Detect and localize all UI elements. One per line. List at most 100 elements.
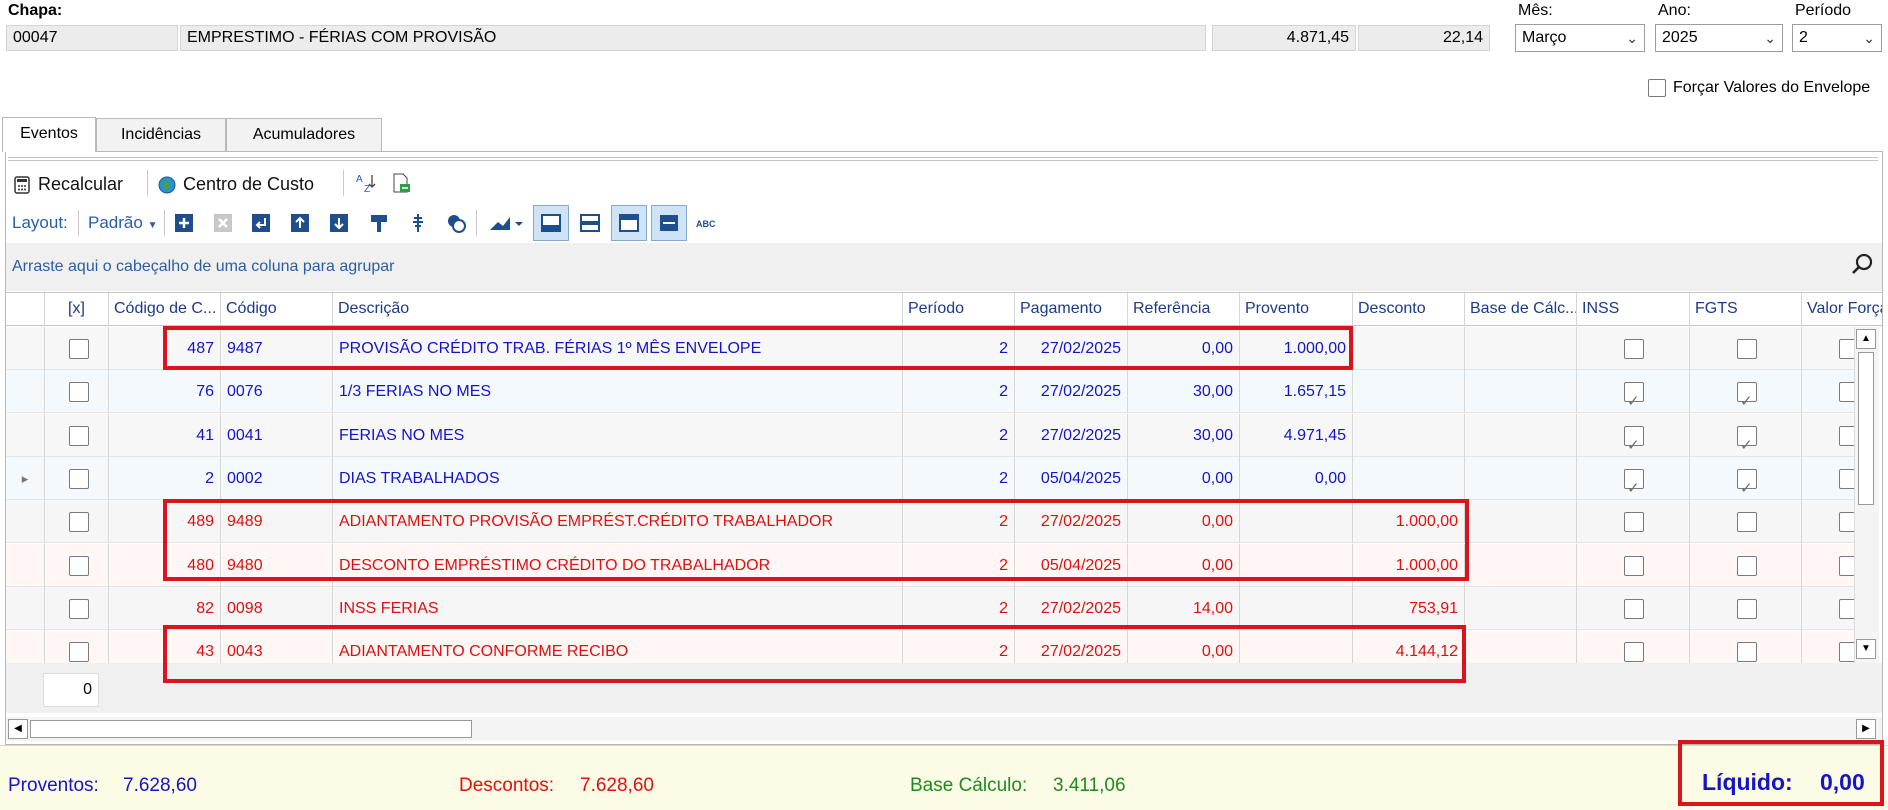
ano-select-value: 2025 [1662, 29, 1698, 46]
header-referencia[interactable]: Referência [1127, 293, 1239, 325]
header-codigo-cc[interactable]: Código de C... [108, 293, 220, 325]
cell-periodo: 2 [902, 327, 1014, 370]
cell-inss-checkbox[interactable] [1624, 424, 1644, 457]
cell-codigo-cc: 480 [108, 543, 220, 587]
periodo-select[interactable]: 2 ⌄ [1792, 24, 1882, 52]
cell-fgts-checkbox[interactable] [1737, 380, 1757, 413]
layout-label: Layout: [12, 213, 68, 232]
tab-acumuladores[interactable]: Acumuladores [226, 118, 382, 151]
table-row[interactable]: 41 0041 FERIAS NO MES 2 27/02/2025 30,00 4.971… [6, 413, 1859, 457]
cell-descricao: DESCONTO EMPRÉSTIMO CRÉDITO DO TRABALHAD… [332, 543, 902, 587]
layout-full-icon[interactable] [651, 205, 687, 241]
recalcular-button[interactable]: Recalcular [12, 170, 123, 198]
header-valor-forcado[interactable]: Valor Força [1801, 293, 1882, 325]
row-select-checkbox[interactable] [69, 382, 89, 403]
grid-header: [x] Código de C... Código Descrição Perí… [6, 292, 1882, 326]
cell-inss [1576, 370, 1689, 414]
mes-select[interactable]: Março ⌄ [1515, 24, 1645, 52]
table-row[interactable]: 480 9480 DESCONTO EMPRÉSTIMO CRÉDITO DO TR… [6, 543, 1859, 587]
chapa-label: Chapa: [8, 2, 63, 19]
header-base-calculo[interactable]: Base de Cálc... [1464, 293, 1576, 325]
scroll-up-icon[interactable]: ▲ [1856, 329, 1876, 349]
filter-icon[interactable] [444, 211, 468, 235]
table-row[interactable]: 82 0098 INSS FERIAS 2 27/02/2025 14,00 753,91 [6, 586, 1859, 630]
abc-icon[interactable]: ABC [694, 211, 724, 235]
header-descricao[interactable]: Descrição [332, 293, 902, 325]
row-select-checkbox[interactable] [69, 425, 89, 446]
edit-row-icon[interactable] [249, 211, 273, 235]
move-down-icon[interactable] [327, 211, 351, 235]
cell-pagamento: 27/02/2025 [1014, 586, 1127, 630]
svg-text:ABC: ABC [696, 219, 716, 229]
row-select-checkbox[interactable] [69, 512, 89, 533]
cell-inss-checkbox[interactable] [1624, 339, 1644, 359]
row-select-checkbox[interactable] [69, 555, 89, 576]
cell-periodo: 2 [902, 586, 1014, 630]
cell-fgts-checkbox[interactable] [1737, 339, 1757, 359]
scroll-down-icon[interactable]: ▼ [1856, 639, 1876, 659]
header-fgts[interactable]: FGTS [1689, 293, 1801, 325]
header-inss[interactable]: INSS [1576, 293, 1689, 325]
search-icon[interactable] [1850, 252, 1876, 278]
vertical-scroll-thumb[interactable] [1858, 352, 1874, 505]
cell-fgts-checkbox[interactable] [1737, 598, 1757, 619]
cell-inss-checkbox[interactable] [1624, 642, 1644, 663]
cell-inss-checkbox[interactable] [1624, 467, 1644, 500]
chart-dropdown-icon[interactable] [488, 211, 524, 235]
header-provento[interactable]: Provento [1239, 293, 1352, 325]
scroll-right-icon[interactable]: ▶ [1856, 719, 1876, 739]
cell-fgts-checkbox[interactable] [1737, 555, 1757, 576]
chapa-code-field[interactable]: 00047 [6, 25, 178, 51]
cell-fgts [1689, 327, 1801, 370]
cell-inss-checkbox[interactable] [1624, 512, 1644, 533]
header-periodo[interactable]: Período [902, 293, 1014, 325]
tab-eventos[interactable]: Eventos [2, 117, 96, 152]
cell-fgts-checkbox[interactable] [1737, 512, 1757, 533]
pin-icon[interactable] [406, 211, 430, 235]
toolbar-separator [164, 210, 165, 236]
cell-fgts-checkbox[interactable] [1737, 467, 1757, 500]
chevron-down-icon: ⌄ [1626, 30, 1638, 46]
cell-fgts-checkbox[interactable] [1737, 424, 1757, 457]
svg-text:A: A [356, 174, 363, 185]
layout-dropdown[interactable]: Padrão ▼ [88, 213, 157, 233]
row-select-checkbox[interactable] [69, 642, 89, 663]
forcar-valores-checkbox[interactable] [1648, 79, 1666, 97]
tab-incidencias[interactable]: Incidências [96, 118, 226, 151]
header-codigo[interactable]: Código [220, 293, 332, 325]
row-select-checkbox[interactable] [69, 598, 89, 619]
delete-row-icon[interactable] [211, 211, 235, 235]
header-pagamento[interactable]: Pagamento [1014, 293, 1127, 325]
toolbar-separator [147, 170, 148, 196]
table-row[interactable]: 487 9487 PROVISÃO CRÉDITO TRAB. FÉRIAS 1º … [6, 327, 1859, 370]
cell-base-calculo [1464, 586, 1576, 630]
sort-az-icon[interactable]: AZ [355, 172, 377, 195]
cell-fgts-checkbox[interactable] [1737, 642, 1757, 663]
export-document-icon[interactable] [390, 172, 412, 194]
table-row[interactable]: 489 9489 ADIANTAMENTO PROVISÃO EMPRÉST.CRÉ… [6, 500, 1859, 544]
cell-inss-checkbox[interactable] [1624, 598, 1644, 619]
header-select-all[interactable]: [x] [44, 293, 108, 325]
layout-split-icon[interactable] [578, 211, 602, 235]
table-row[interactable]: ▸ 2 0002 DIAS TRABALHADOS 2 05/04/2025 0,00 0,0… [6, 456, 1859, 500]
layout-top-panel-icon[interactable] [611, 205, 647, 241]
scroll-left-icon[interactable]: ◀ [8, 719, 28, 739]
layout-bottom-panel-icon[interactable] [533, 205, 569, 241]
header-desconto[interactable]: Desconto [1352, 293, 1464, 325]
ano-select[interactable]: 2025 ⌄ [1655, 24, 1783, 52]
cell-inss-checkbox[interactable] [1624, 555, 1644, 576]
table-row[interactable]: 76 0076 1/3 FERIAS NO MES 2 27/02/2025 30,00 1… [6, 370, 1859, 414]
dropdown-arrow-icon: ▼ [147, 220, 158, 231]
horizontal-scroll-thumb[interactable] [30, 720, 472, 738]
row-select-checkbox[interactable] [69, 468, 89, 489]
add-row-icon[interactable] [172, 211, 196, 235]
chapa-description-field[interactable]: EMPRESTIMO - FÉRIAS COM PROVISÃO [180, 25, 1206, 51]
chapa-value-2: 22,14 [1358, 25, 1490, 51]
cell-codigo-cc: 82 [108, 586, 220, 630]
centro-custo-button[interactable]: Centro de Custo [157, 170, 314, 198]
row-select-checkbox[interactable] [69, 339, 89, 359]
format-painter-icon[interactable] [367, 211, 391, 235]
cell-pagamento: 27/02/2025 [1014, 327, 1127, 370]
cell-inss-checkbox[interactable] [1624, 380, 1644, 413]
move-up-icon[interactable] [288, 211, 312, 235]
